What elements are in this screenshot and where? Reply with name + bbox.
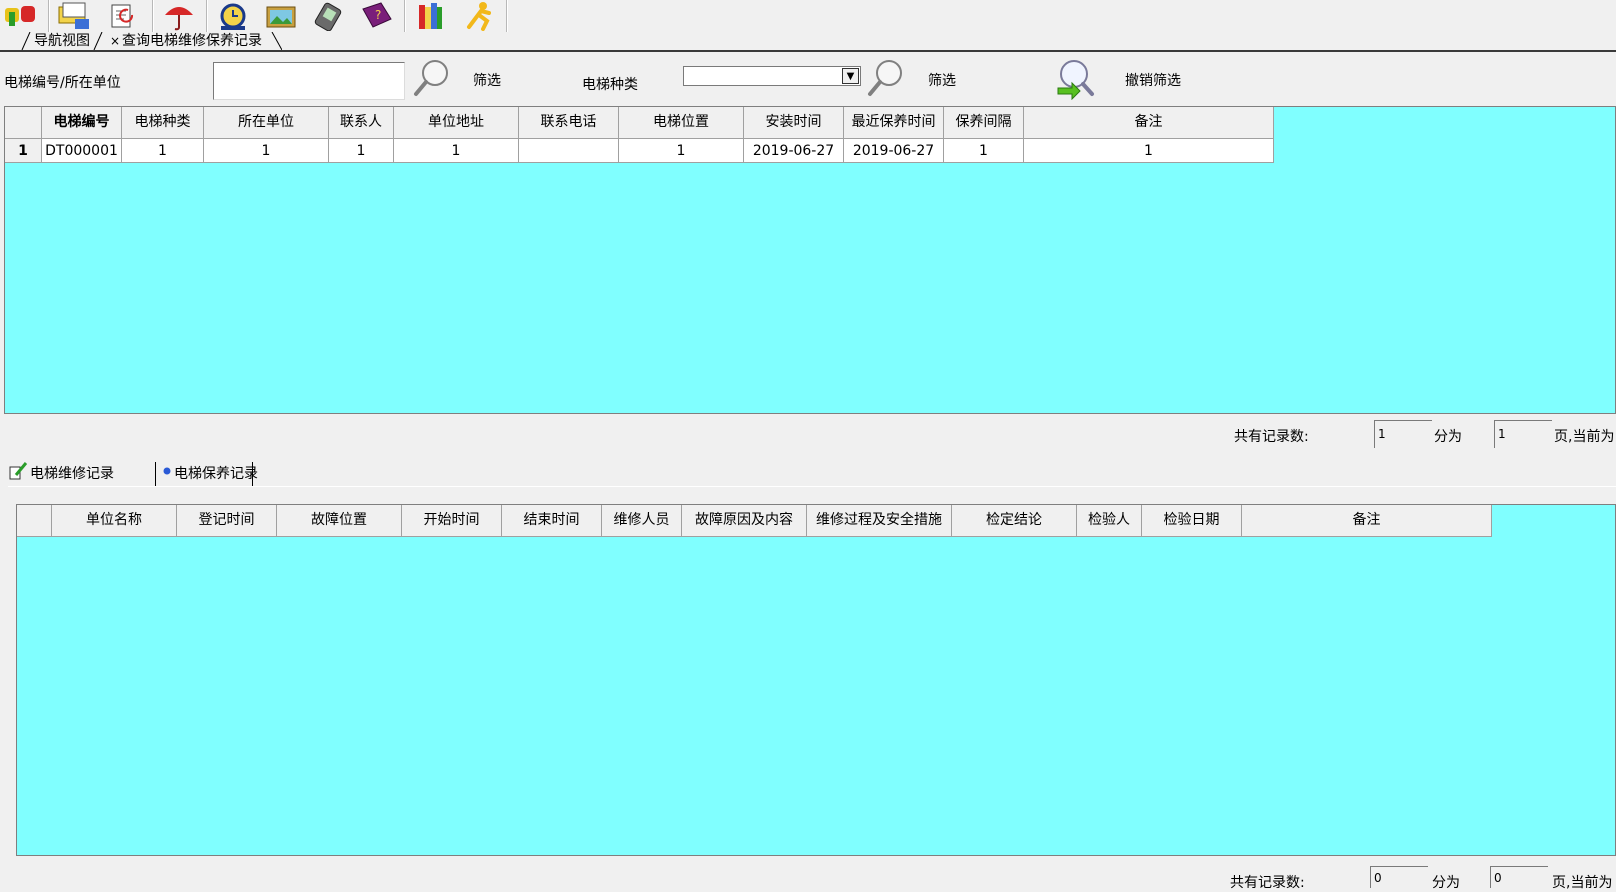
pager2-pages-value: 0 [1490, 866, 1548, 888]
cell-interval[interactable]: 1 [944, 139, 1024, 163]
sub-tab-divider [155, 462, 156, 486]
col-header-last-maintenance[interactable]: 最近保养时间 [844, 107, 944, 139]
umbrella-icon[interactable] [156, 0, 202, 32]
handheld-icon[interactable] [306, 0, 352, 32]
repair-col-end-time[interactable]: 结束时间 [502, 505, 602, 537]
pager1-split-label: 分为 [1434, 429, 1462, 445]
elevator-table[interactable]: 电梯编号 电梯种类 所在单位 联系人 单位地址 联系电话 电梯位置 安装时间 最… [4, 106, 1616, 414]
pager1-total-value: 1 [1374, 420, 1432, 448]
cell-position[interactable]: 1 [619, 139, 744, 163]
repair-col-inspector[interactable]: 检验人 [1077, 505, 1142, 537]
col-header-remarks[interactable]: 备注 [1024, 107, 1274, 139]
cell-remarks[interactable]: 1 [1024, 139, 1274, 163]
repair-col-remarks[interactable]: 备注 [1242, 505, 1492, 537]
pager2-total-label: 共有记录数: [1230, 875, 1305, 891]
col-header-position[interactable]: 电梯位置 [619, 107, 744, 139]
sub-tab-divider-2 [252, 462, 253, 486]
repair-col-fault-position[interactable]: 故障位置 [277, 505, 402, 537]
tab-repair-records-label: 电梯维修记录 [30, 466, 114, 482]
row-header-corner [5, 107, 42, 139]
repair-row-header-corner [17, 505, 52, 537]
filter-button-1[interactable]: 筛选 [473, 70, 501, 90]
col-header-elevator-code[interactable]: 电梯编号 [42, 107, 122, 139]
cell-phone[interactable] [519, 139, 619, 163]
nav-tab-underline [0, 50, 1616, 52]
cell-address[interactable]: 1 [394, 139, 519, 163]
svg-text:?: ? [375, 8, 381, 22]
bullet-icon [160, 464, 174, 482]
repair-col-repair-staff[interactable]: 维修人员 [602, 505, 682, 537]
tab-maintenance-records[interactable]: 电梯保养记录 [160, 460, 258, 486]
repair-col-inspection-date[interactable]: 检验日期 [1142, 505, 1242, 537]
chevron-down-icon[interactable]: ▼ [842, 68, 859, 84]
tab-query-repair-records-label: 查询电梯维修保养记录 [122, 33, 262, 49]
alarm-clock-icon[interactable] [210, 0, 256, 32]
col-header-contact[interactable]: 联系人 [329, 107, 394, 139]
col-header-install-date[interactable]: 安装时间 [744, 107, 844, 139]
cell-elevator-code[interactable]: DT000001 [42, 139, 122, 163]
picture-icon[interactable] [258, 0, 304, 32]
cell-contact[interactable]: 1 [329, 139, 394, 163]
tab-navigation-view[interactable]: 导航视图 [21, 32, 104, 50]
sub-tab-baseline [8, 486, 1616, 487]
tab-navigation-view-label: 导航视图 [34, 33, 90, 49]
pager1-page-label: 页,当前为 [1554, 429, 1615, 445]
pencil-notepad-icon [8, 461, 30, 485]
repair-records-table[interactable]: 单位名称 登记时间 故障位置 开始时间 结束时间 维修人员 故障原因及内容 维修… [16, 504, 1616, 856]
code-unit-input[interactable] [213, 62, 405, 100]
toolbar: ? [0, 0, 1616, 34]
pager1-total-label: 共有记录数: [1234, 429, 1309, 445]
cell-last-maintenance[interactable]: 2019-06-27 [844, 139, 944, 163]
col-header-phone[interactable]: 联系电话 [519, 107, 619, 139]
repair-col-fault-cause[interactable]: 故障原因及内容 [682, 505, 807, 537]
repair-col-start-time[interactable]: 开始时间 [402, 505, 502, 537]
pager2-page-label: 页,当前为 [1552, 875, 1613, 891]
cell-unit[interactable]: 1 [204, 139, 329, 163]
col-header-address[interactable]: 单位地址 [394, 107, 519, 139]
elevator-type-label: 电梯种类 [582, 77, 638, 93]
code-unit-label: 电梯编号/所在单位 [4, 75, 121, 91]
repair-col-repair-process[interactable]: 维修过程及安全措施 [807, 505, 952, 537]
col-header-elevator-type[interactable]: 电梯种类 [122, 107, 204, 139]
magnifier-icon[interactable] [412, 56, 452, 98]
running-man-icon[interactable] [456, 0, 502, 32]
filter-button-2[interactable]: 筛选 [928, 70, 956, 90]
close-icon[interactable]: × [110, 32, 120, 50]
repair-col-verdict[interactable]: 检定结论 [952, 505, 1077, 537]
repair-col-unit-name[interactable]: 单位名称 [52, 505, 177, 537]
pager1-pages-value: 1 [1494, 420, 1552, 448]
tab-maintenance-records-label: 电梯保养记录 [174, 466, 258, 482]
tools-icon[interactable] [0, 0, 46, 32]
col-header-interval[interactable]: 保养间隔 [944, 107, 1024, 139]
nav-tab-strip: 导航视图 × 查询电梯维修保养记录 [0, 32, 1616, 52]
col-header-unit[interactable]: 所在单位 [204, 107, 329, 139]
books-icon[interactable] [408, 0, 454, 32]
cancel-filter-icon[interactable] [1052, 56, 1096, 101]
cell-install-date[interactable]: 2019-06-27 [744, 139, 844, 163]
tab-repair-records[interactable]: 电梯维修记录 [8, 460, 158, 486]
cancel-filter-button[interactable]: 撤销筛选 [1125, 70, 1181, 90]
pager2-split-label: 分为 [1432, 875, 1460, 891]
repair-col-register-time[interactable]: 登记时间 [177, 505, 277, 537]
tab-query-repair-records[interactable]: × 查询电梯维修保养记录 [104, 32, 282, 50]
help-book-icon[interactable]: ? [354, 0, 400, 32]
row-number[interactable]: 1 [5, 139, 42, 163]
elevator-type-select[interactable]: ▼ [683, 66, 861, 86]
document-refresh-icon[interactable] [100, 0, 148, 32]
magnifier-icon-2[interactable] [866, 56, 906, 98]
pager2-total-value: 0 [1370, 866, 1428, 888]
cell-elevator-type[interactable]: 1 [122, 139, 204, 163]
folder-network-icon[interactable] [52, 0, 98, 32]
